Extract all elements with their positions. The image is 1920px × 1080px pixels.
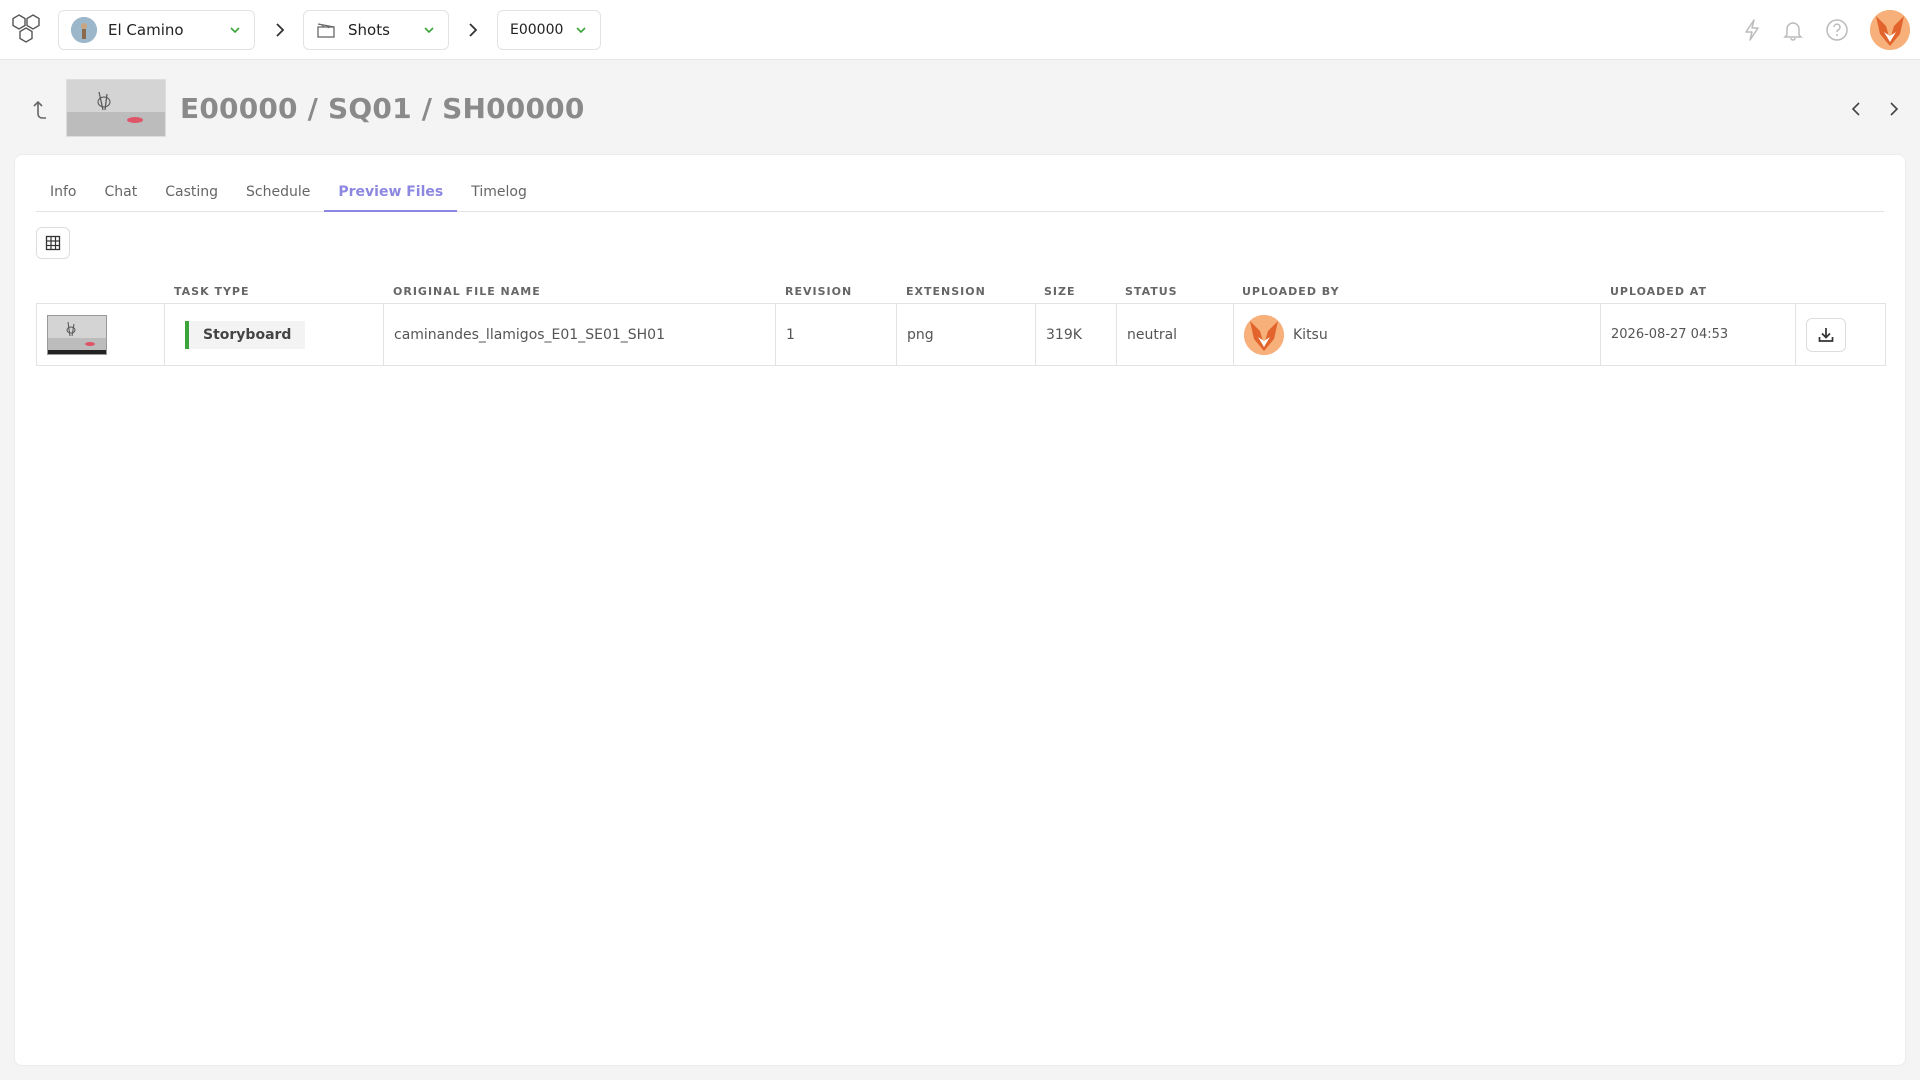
tab-info[interactable]: Info (36, 177, 91, 212)
col-uploaded-by[interactable]: UPLOADED BY (1242, 285, 1340, 298)
top-bar: El Camino Shots E00000 (0, 0, 1920, 60)
extension-cell: png (897, 304, 1036, 365)
episode-selector[interactable]: E00000 (497, 10, 601, 50)
task-type-label: Storyboard (203, 326, 292, 343)
revision-cell: 1 (776, 304, 897, 365)
uploader-avatar (1244, 314, 1284, 355)
col-extension[interactable]: EXTENSION (906, 285, 986, 298)
shot-thumbnail (66, 79, 166, 137)
uploaded-at-cell: 2026-08-27 04:53 (1601, 304, 1796, 365)
content-panel: Info Chat Casting Schedule Preview Files… (14, 154, 1906, 1066)
project-avatar (71, 17, 97, 43)
help-icon[interactable] (1824, 17, 1850, 43)
section-name: Shots (348, 21, 390, 39)
actions-cell (1796, 304, 1885, 365)
grid-view-button[interactable] (36, 227, 70, 259)
episode-name: E00000 (510, 22, 564, 38)
page-title: E00000 / SQ01 / SH00000 (180, 92, 585, 125)
uploader-name: Kitsu (1293, 326, 1328, 343)
col-file-name[interactable]: ORIGINAL FILE NAME (393, 285, 541, 298)
kitsu-logo-icon[interactable] (8, 12, 44, 48)
chevron-down-icon (230, 27, 240, 34)
tab-bar: Info Chat Casting Schedule Preview Files… (36, 177, 1884, 212)
download-icon (1818, 327, 1834, 342)
size-cell: 319K (1036, 304, 1117, 365)
download-button[interactable] (1806, 317, 1846, 352)
file-name-cell: caminandes_llamigos_E01_SE01_SH01 (384, 304, 776, 365)
tab-preview-files[interactable]: Preview Files (324, 177, 458, 212)
film-icon (317, 23, 335, 38)
lightning-icon[interactable] (1739, 17, 1765, 43)
back-arrow-icon[interactable] (28, 98, 52, 122)
project-selector[interactable]: El Camino (58, 10, 255, 50)
bell-icon[interactable] (1780, 17, 1806, 43)
tab-casting[interactable]: Casting (151, 177, 232, 212)
tab-schedule[interactable]: Schedule (232, 177, 324, 212)
grid-icon (45, 235, 61, 251)
chevron-down-icon (576, 27, 586, 34)
task-type-cell: Storyboard (165, 304, 384, 365)
project-name: El Camino (108, 21, 184, 39)
chevron-right-icon (276, 23, 285, 37)
tab-chat[interactable]: Chat (91, 177, 152, 212)
task-type-badge[interactable]: Storyboard (185, 320, 306, 349)
chevron-right-icon (469, 23, 478, 37)
col-task-type[interactable]: TASK TYPE (174, 285, 249, 298)
table-row[interactable]: Storyboard caminandes_llamigos_E01_SE01_… (36, 303, 1886, 366)
tab-timelog[interactable]: Timelog (457, 177, 541, 212)
section-selector[interactable]: Shots (303, 10, 449, 50)
status-cell: neutral (1117, 304, 1234, 365)
preview-cell (37, 304, 165, 365)
chevron-down-icon (424, 27, 434, 34)
user-avatar[interactable] (1870, 10, 1910, 50)
chevron-left-icon[interactable] (1846, 99, 1866, 119)
chevron-right-icon[interactable] (1884, 99, 1904, 119)
preview-thumbnail[interactable] (47, 314, 107, 355)
table-header: TASK TYPE ORIGINAL FILE NAME REVISION EX… (36, 279, 1886, 303)
col-size[interactable]: SIZE (1044, 285, 1076, 298)
col-uploaded-at[interactable]: UPLOADED AT (1610, 285, 1707, 298)
col-status[interactable]: STATUS (1125, 285, 1178, 298)
col-revision[interactable]: REVISION (785, 285, 852, 298)
uploaded-by-cell: Kitsu (1234, 304, 1601, 365)
